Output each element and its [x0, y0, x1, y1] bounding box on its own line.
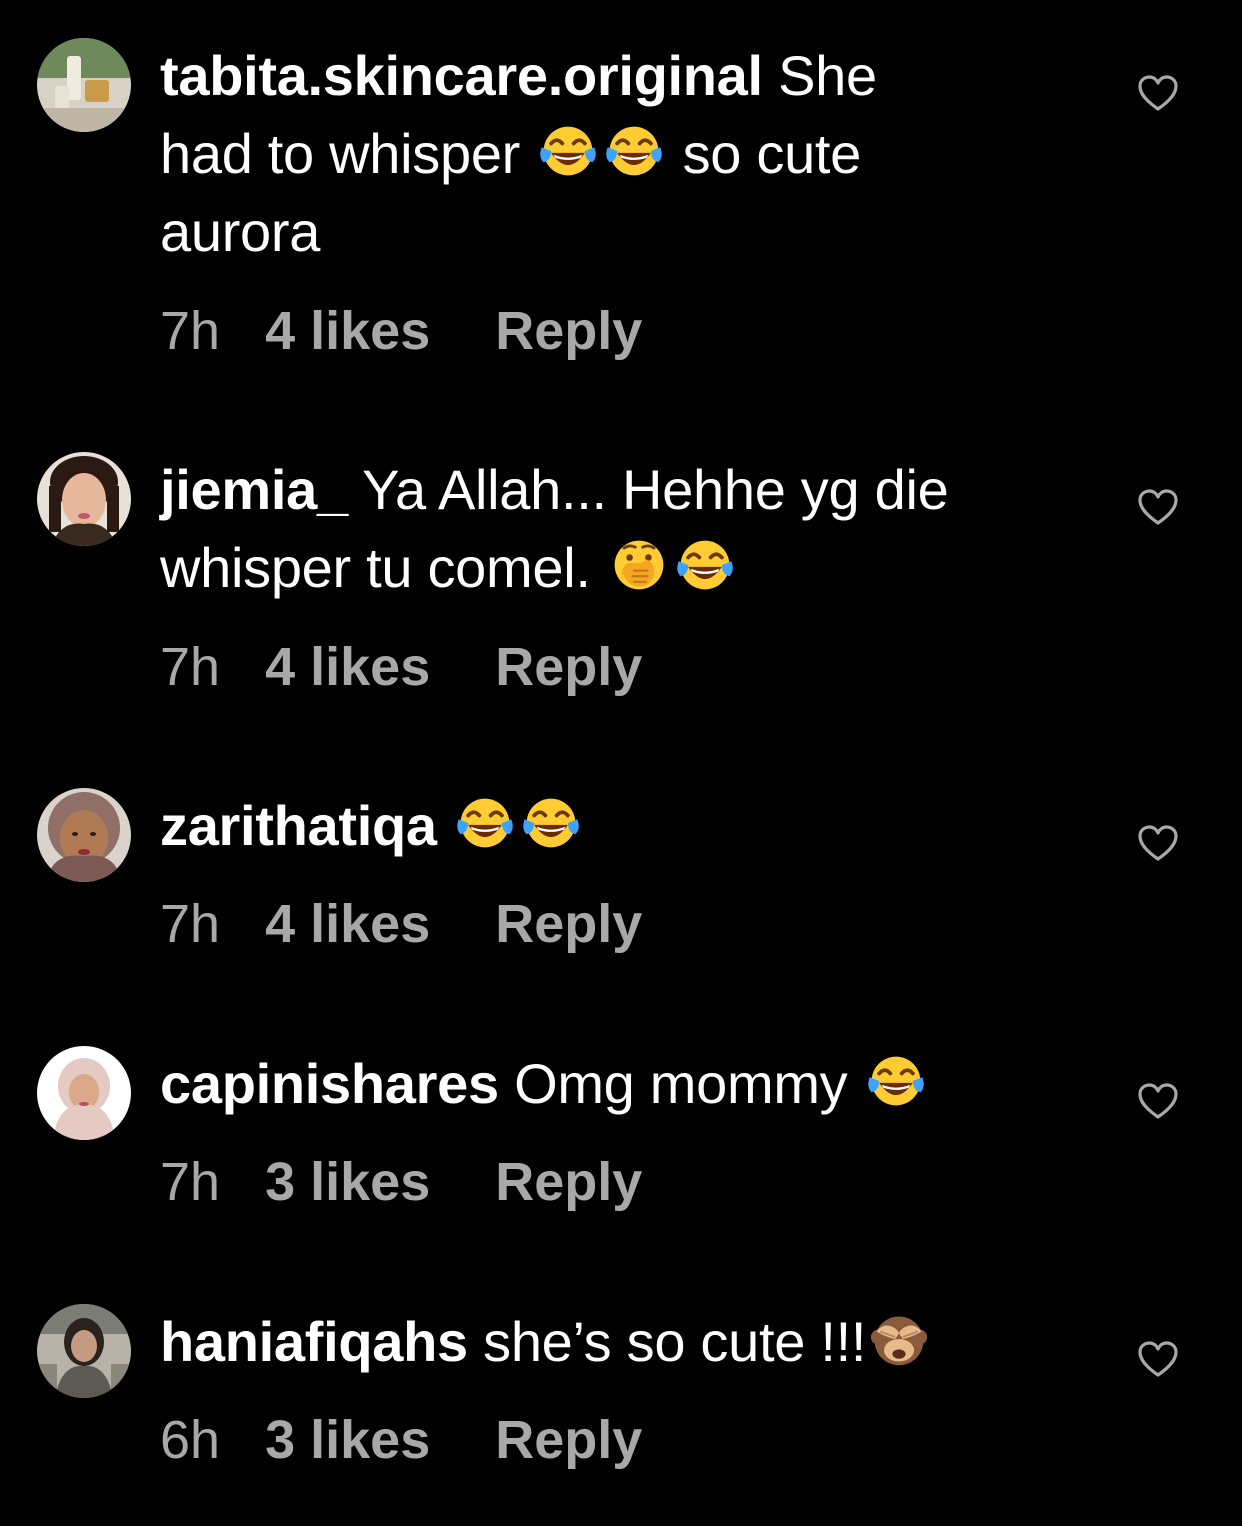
heart-outline-icon[interactable] [1137, 74, 1179, 112]
heart-outline-icon[interactable] [1137, 1082, 1179, 1120]
face-with-tears-of-joy-icon [866, 1051, 926, 1111]
comment-body: haniafiqahs she’s so cute !!! [160, 1303, 1060, 1381]
heart-outline-icon[interactable] [1137, 824, 1179, 862]
comment-time: 6h [160, 1410, 221, 1470]
avatar[interactable] [37, 38, 131, 132]
face-with-tears-of-joy-icon [538, 121, 598, 181]
comment-time: 7h [160, 1152, 221, 1212]
reply-button[interactable]: Reply [495, 1409, 642, 1471]
comment-username[interactable]: tabita.skincare.original [160, 44, 763, 107]
heart-outline-icon[interactable] [1137, 488, 1179, 526]
comment-body: capinishares Omg mommy [160, 1045, 1060, 1123]
heart-outline-icon[interactable] [1137, 1340, 1179, 1378]
comment-likes-count[interactable]: 4 likes [265, 893, 430, 955]
comment-likes-count[interactable]: 4 likes [265, 636, 430, 698]
comment-username[interactable]: zarithatiqa [160, 794, 437, 857]
avatar[interactable] [37, 1304, 131, 1398]
comment-meta: 7h 3 likes Reply [160, 1151, 642, 1213]
comment-meta: 7h 4 likes Reply [160, 893, 642, 955]
comment-body: tabita.skincare.original She had to whis… [160, 37, 1060, 271]
face-with-tears-of-joy-icon [604, 121, 664, 181]
comment-text: she’s so cute !!! [483, 1310, 867, 1373]
comment-text: Ya Allah... Hehhe yg die [362, 458, 949, 521]
face-with-tears-of-joy-icon [675, 535, 735, 595]
comment-meta: 7h 4 likes Reply [160, 300, 642, 362]
see-no-evil-monkey-icon [869, 1309, 929, 1369]
comment-username[interactable]: jiemia_ [160, 458, 348, 521]
comment-time: 7h [160, 894, 221, 954]
comment-time: 7h [160, 301, 221, 361]
reply-button[interactable]: Reply [495, 1151, 642, 1213]
comment-meta: 7h 4 likes Reply [160, 636, 642, 698]
comment-username[interactable]: capinishares [160, 1052, 499, 1115]
comment-text: Omg mommy [514, 1052, 848, 1115]
comment-text: had to whisper [160, 122, 521, 185]
comment-likes-count[interactable]: 3 likes [265, 1151, 430, 1213]
avatar[interactable] [37, 452, 131, 546]
comment-text: She [778, 44, 877, 107]
comment-text: aurora [160, 200, 321, 263]
comment-time: 7h [160, 637, 221, 697]
avatar[interactable] [37, 1046, 131, 1140]
comment-likes-count[interactable]: 4 likes [265, 300, 430, 362]
avatar[interactable] [37, 788, 131, 882]
face-with-hand-over-mouth-icon [609, 535, 669, 595]
reply-button[interactable]: Reply [495, 893, 642, 955]
face-with-tears-of-joy-icon [521, 793, 581, 853]
comment-username[interactable]: haniafiqahs [160, 1310, 468, 1373]
comment-likes-count[interactable]: 3 likes [265, 1409, 430, 1471]
reply-button[interactable]: Reply [495, 300, 642, 362]
comment-body: jiemia_ Ya Allah... Hehhe yg die whisper… [160, 451, 1060, 607]
comment-body: zarithatiqa [160, 787, 1060, 865]
comment-text: whisper tu comel. [160, 536, 591, 599]
comment-text: so cute [682, 122, 862, 185]
reply-button[interactable]: Reply [495, 636, 642, 698]
face-with-tears-of-joy-icon [455, 793, 515, 853]
comment-meta: 6h 3 likes Reply [160, 1409, 642, 1471]
